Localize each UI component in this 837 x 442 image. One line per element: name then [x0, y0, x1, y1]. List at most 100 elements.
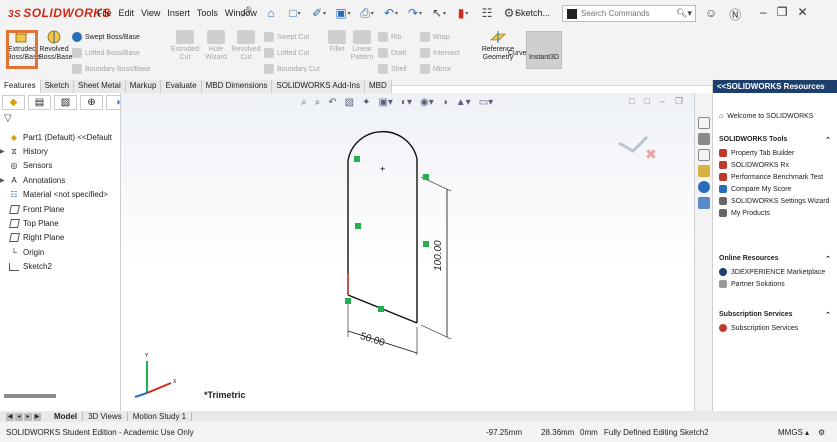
linear-pattern-button[interactable]: Linear Pattern	[349, 30, 375, 62]
partner-solutions-link[interactable]: Partner Solutions	[719, 278, 831, 290]
tab-sheet-metal[interactable]: Sheet Metal	[74, 80, 126, 93]
solidworks-rx-link[interactable]: SOLIDWORKS Rx	[719, 159, 831, 171]
revolved-cut-button[interactable]: Revolved Cut	[231, 30, 261, 62]
open-icon[interactable]: ✐ ▾	[310, 4, 328, 22]
tree-item-right-plane[interactable]: Right Plane	[0, 231, 121, 245]
expand-icon[interactable]: ▶	[0, 177, 8, 184]
home-tab-icon[interactable]	[697, 117, 710, 129]
filter-icon[interactable]: ▽	[4, 113, 12, 124]
print-icon[interactable]: ⎙ ▾	[358, 4, 376, 22]
file-properties-icon[interactable]: ☷	[478, 4, 496, 22]
tab-3d-views[interactable]: 3D Views	[83, 412, 128, 421]
tree-item-origin[interactable]: └ Origin	[0, 245, 121, 259]
user-icon[interactable]: ☺	[705, 6, 717, 23]
intersect-button[interactable]: Intersect	[420, 48, 460, 58]
feature-manager-tab-icon[interactable]: ◆	[2, 95, 25, 110]
save-icon[interactable]: ▣ ▾	[334, 4, 352, 22]
restore-icon[interactable]: ❐	[777, 5, 788, 19]
resources-tab-icon[interactable]	[697, 133, 710, 145]
marketplace-link[interactable]: 3DEXPERIENCE Marketplace	[719, 266, 831, 278]
customize-status-icon[interactable]: ⚙	[818, 428, 825, 437]
tab-mbd-dimensions[interactable]: MBD Dimensions	[202, 80, 273, 93]
property-tab-builder-link[interactable]: Property Tab Builder	[719, 147, 831, 159]
last-tab-icon[interactable]: ▶	[33, 412, 41, 421]
boundary-boss-button[interactable]: Boundary Boss/Base	[72, 64, 150, 74]
sketch-dropdown[interactable]: Sketch...	[515, 8, 550, 18]
units-dropdown-icon[interactable]: ▴	[805, 428, 809, 437]
swept-boss-button[interactable]: Swept Boss/Base	[72, 32, 140, 42]
fillet-button[interactable]: Fillet	[327, 30, 347, 54]
tab-mbd[interactable]: MBD	[365, 80, 392, 93]
configuration-manager-tab-icon[interactable]: ▧	[54, 95, 77, 110]
property-manager-tab-icon[interactable]: ▤	[28, 95, 51, 110]
swept-cut-button[interactable]: Swept Cut	[264, 32, 309, 42]
task-pane-header[interactable]: <<SOLIDWORKS Resources	[713, 80, 837, 93]
hole-wizard-button[interactable]: Hole Wizard	[202, 30, 230, 62]
expand-icon[interactable]: ▶	[0, 148, 8, 155]
shell-button[interactable]: Shell	[378, 64, 407, 74]
mirror-button[interactable]: Mirror	[420, 64, 451, 74]
close-icon[interactable]: ✕	[797, 5, 807, 19]
tab-markup[interactable]: Markup	[126, 80, 162, 93]
first-tab-icon[interactable]: ◀	[6, 412, 14, 421]
menu-tools[interactable]: Tools	[197, 8, 218, 18]
wrap-button[interactable]: Wrap	[420, 32, 450, 42]
next-tab-icon[interactable]: ▸	[24, 412, 32, 421]
collapse-icon[interactable]: ⌃	[825, 136, 831, 144]
dimxpert-tab-icon[interactable]: ⊕	[80, 95, 103, 110]
menu-insert[interactable]: Insert	[167, 8, 190, 18]
tab-motion-study-1[interactable]: Motion Study 1	[128, 412, 193, 421]
help-icon[interactable]: Ⓝ	[729, 6, 741, 23]
search-commands-box[interactable]: 🔍︎▾	[562, 5, 696, 22]
performance-benchmark-link[interactable]: Performance Benchmark Test	[719, 171, 831, 183]
redo-icon[interactable]: ↷ ▾	[406, 4, 424, 22]
graphics-area[interactable]: ⌕ ⌕ ↶ ▧ ✦ ▣▾ ◐▾ ◉▾ ◑ ▲▾ ▭▾ □ □ – ❐ ✕ +	[121, 93, 701, 411]
undo-icon[interactable]: ↶ ▾	[382, 4, 400, 22]
select-icon[interactable]: ↖ ▾	[430, 4, 448, 22]
units-selector[interactable]: MMGS	[778, 428, 803, 437]
menu-edit[interactable]: Edit	[119, 8, 135, 18]
rib-button[interactable]: Rib	[378, 32, 402, 42]
compare-my-score-link[interactable]: Compare My Score	[719, 183, 831, 195]
tree-item-top-plane[interactable]: Top Plane	[0, 216, 121, 230]
tab-sketch[interactable]: Sketch	[41, 80, 75, 93]
tree-item-front-plane[interactable]: Front Plane	[0, 202, 121, 216]
horizontal-scrollbar[interactable]	[4, 394, 56, 398]
menu-view[interactable]: View	[141, 8, 160, 18]
solidworks-logo[interactable]: 3S SOLIDWORKS	[8, 6, 111, 20]
custom-properties-tab-icon[interactable]	[697, 197, 710, 209]
tree-item-sensors[interactable]: ◎ Sensors	[0, 159, 121, 173]
dim-height-label[interactable]: 100.00	[433, 240, 444, 271]
tab-evaluate[interactable]: Evaluate	[161, 80, 202, 93]
tab-solidworks-add-ins[interactable]: SOLIDWORKS Add-Ins	[272, 80, 365, 93]
search-input[interactable]	[581, 9, 671, 18]
rebuild-icon[interactable]: ▮ ▾	[454, 4, 472, 22]
tab-features[interactable]: Features	[0, 80, 41, 93]
revolved-boss-button[interactable]: Revolved Boss/Base	[39, 30, 72, 62]
collapse-icon[interactable]: ⌃	[825, 311, 831, 319]
my-products-link[interactable]: My Products	[719, 207, 831, 219]
tree-item-material[interactable]: ☷ Material <not specified>	[0, 188, 121, 202]
pin-icon[interactable]: 📌︎	[240, 7, 253, 18]
instant3d-button[interactable]: Instant3D	[526, 31, 562, 69]
collapse-icon[interactable]: ⌃	[825, 255, 831, 263]
menu-file[interactable]: File	[97, 8, 112, 18]
subscription-services-link[interactable]: Subscription Services	[719, 322, 831, 334]
prev-tab-icon[interactable]: ◂	[15, 412, 23, 421]
tree-item-annotations[interactable]: ▶ A Annotations	[0, 173, 121, 187]
file-explorer-tab-icon[interactable]	[697, 165, 710, 177]
appearances-tab-icon[interactable]	[697, 181, 710, 193]
design-library-tab-icon[interactable]	[697, 149, 710, 161]
draft-button[interactable]: Draft	[378, 48, 406, 58]
lofted-boss-button[interactable]: Lofted Boss/Base	[72, 48, 140, 58]
search-icon[interactable]: 🔍︎▾	[676, 8, 692, 19]
tree-item-sketch2[interactable]: Sketch2	[0, 260, 121, 274]
settings-wizard-link[interactable]: SOLIDWORKS Settings Wizard	[719, 195, 831, 207]
extruded-cut-button[interactable]: Extruded Cut	[170, 30, 200, 62]
lofted-cut-button[interactable]: Lofted Cut	[264, 48, 309, 58]
new-document-icon[interactable]: □ ▾	[286, 4, 304, 22]
boundary-cut-button[interactable]: Boundary Cut	[264, 64, 320, 74]
tree-item-part[interactable]: ◆ Part1 (Default) <<Default	[0, 130, 121, 144]
tree-item-history[interactable]: ▶ ⧖ History	[0, 144, 121, 158]
welcome-link[interactable]: ⌂ Welcome to SOLIDWORKS	[719, 113, 813, 120]
